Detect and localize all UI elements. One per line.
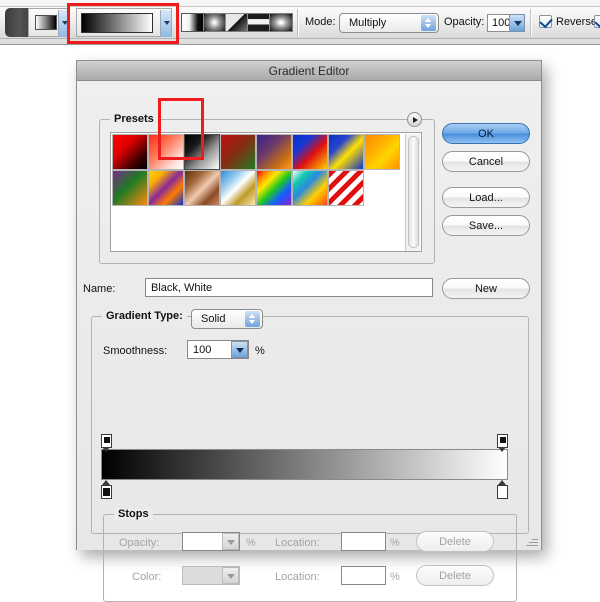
preset-swatch[interactable]: [220, 134, 256, 170]
presets-swatch-grid: [112, 134, 402, 206]
stop-color-location-input[interactable]: [341, 566, 386, 585]
stop-opacity-location-label: Location:: [275, 537, 320, 549]
stop-color-location-unit: %: [390, 571, 400, 583]
delete-opacity-stop-button[interactable]: Delete: [416, 531, 494, 552]
gradient-type-value: Solid: [201, 313, 226, 325]
reflected-gradient-button[interactable]: [248, 14, 270, 31]
name-label: Name:: [83, 283, 116, 295]
smoothness-label: Smoothness:: [103, 345, 168, 357]
reverse-checkbox[interactable]: [539, 15, 552, 28]
preset-swatch[interactable]: [184, 170, 220, 206]
mode-select[interactable]: Multiply: [339, 13, 439, 33]
gradient-editor-dialog: Gradient Editor Presets OK Cancel Load..…: [76, 60, 542, 602]
tool-preset-swatch-icon: [35, 15, 57, 30]
stop-color-location-label: Location:: [275, 571, 320, 583]
dialog-body: Presets OK Cancel Load... Save... Name: …: [77, 81, 541, 602]
opacity-stop-left-handle: [101, 434, 112, 448]
dither-checkbox[interactable]: [594, 15, 600, 28]
resize-grip-icon[interactable]: [525, 534, 538, 547]
preset-swatch[interactable]: [112, 134, 148, 170]
reverse-label: Reverse: [556, 16, 597, 28]
name-input[interactable]: Black, White: [145, 278, 433, 297]
gradient-type-button-group: [181, 13, 293, 32]
mode-stepper-icon[interactable]: [421, 15, 436, 31]
cancel-button[interactable]: Cancel: [442, 151, 530, 172]
preset-swatch[interactable]: [292, 134, 328, 170]
dialog-title: Gradient Editor: [268, 63, 350, 78]
smoothness-chevron-down-icon[interactable]: [231, 341, 248, 358]
stop-opacity-location-unit: %: [390, 537, 400, 549]
stops-group: Stops: [103, 508, 517, 602]
preset-swatch[interactable]: [292, 170, 328, 206]
preset-swatch[interactable]: [148, 170, 184, 206]
radial-gradient-button[interactable]: [204, 14, 226, 31]
color-stop-right[interactable]: [497, 480, 508, 499]
linear-gradient-button[interactable]: [181, 13, 205, 32]
opacity-stop-right[interactable]: [497, 434, 508, 452]
dialog-titlebar[interactable]: Gradient Editor: [77, 61, 541, 81]
color-stop-left-swatch: [103, 488, 110, 496]
save-button[interactable]: Save...: [442, 215, 530, 236]
mode-value: Multiply: [349, 17, 387, 29]
preset-swatch[interactable]: [364, 134, 400, 170]
preset-swatch[interactable]: [328, 134, 364, 170]
ok-button[interactable]: OK: [442, 123, 530, 144]
opacity-stop-right-tip-icon: [498, 447, 506, 452]
opacity-stop-right-handle: [497, 434, 508, 448]
presets-menu-icon[interactable]: [407, 112, 422, 127]
angle-gradient-button[interactable]: [226, 14, 248, 31]
presets-panel[interactable]: [110, 132, 422, 252]
smoothness-input[interactable]: 100: [187, 340, 249, 359]
gradient-type-label: Gradient Type:: [102, 310, 187, 322]
gradient-type-stepper-icon[interactable]: [245, 311, 260, 327]
new-button[interactable]: New: [442, 278, 530, 299]
toolbar-divider-2: [297, 9, 299, 36]
load-button[interactable]: Load...: [442, 187, 530, 208]
stop-opacity-location-input[interactable]: [341, 532, 386, 551]
color-stop-right-handle: [497, 485, 508, 499]
delete-color-stop-button[interactable]: Delete: [416, 565, 494, 586]
preset-swatch[interactable]: [256, 134, 292, 170]
opacity-input[interactable]: 100%: [487, 14, 525, 32]
toolbar-divider-3: [530, 9, 532, 36]
gradient-type-select[interactable]: Solid: [191, 309, 263, 329]
opacity-label: Opacity:: [444, 16, 485, 28]
gradient-bar[interactable]: [101, 449, 508, 480]
stop-color-input[interactable]: [182, 566, 240, 585]
diamond-gradient-button[interactable]: [270, 14, 292, 31]
stop-opacity-unit: %: [246, 537, 256, 549]
preset-swatch[interactable]: [256, 170, 292, 206]
presets-scrollbar-thumb[interactable]: [408, 136, 419, 248]
color-stop-left[interactable]: [101, 480, 112, 499]
smoothness-unit: %: [255, 345, 265, 357]
stop-color-label: Color:: [132, 571, 162, 583]
presets-scrollbar[interactable]: [405, 134, 420, 251]
smoothness-value: 100: [193, 343, 212, 356]
name-value: Black, White: [151, 281, 213, 294]
stop-opacity-chevron-down-icon[interactable]: [222, 533, 239, 550]
presets-group: Presets: [99, 112, 435, 264]
stop-color-chevron-down-icon[interactable]: [222, 567, 239, 584]
stop-opacity-label: Opacity:: [119, 537, 160, 549]
presets-group-label: Presets: [110, 113, 158, 125]
opacity-stop-left-tip-icon: [102, 447, 110, 452]
tool-preset-picker[interactable]: [28, 8, 70, 37]
annotation-preset-black-white: [158, 98, 204, 160]
stops-group-label: Stops: [114, 508, 153, 520]
opacity-stop-left[interactable]: [101, 434, 112, 452]
stop-opacity-input[interactable]: [182, 532, 240, 551]
mode-label: Mode:: [305, 16, 336, 28]
opacity-chevron-down-icon[interactable]: [509, 14, 525, 32]
preset-swatch[interactable]: [328, 170, 364, 206]
preset-swatch[interactable]: [112, 170, 148, 206]
preset-swatch[interactable]: [220, 170, 256, 206]
annotation-gradient-preview: [67, 3, 179, 44]
